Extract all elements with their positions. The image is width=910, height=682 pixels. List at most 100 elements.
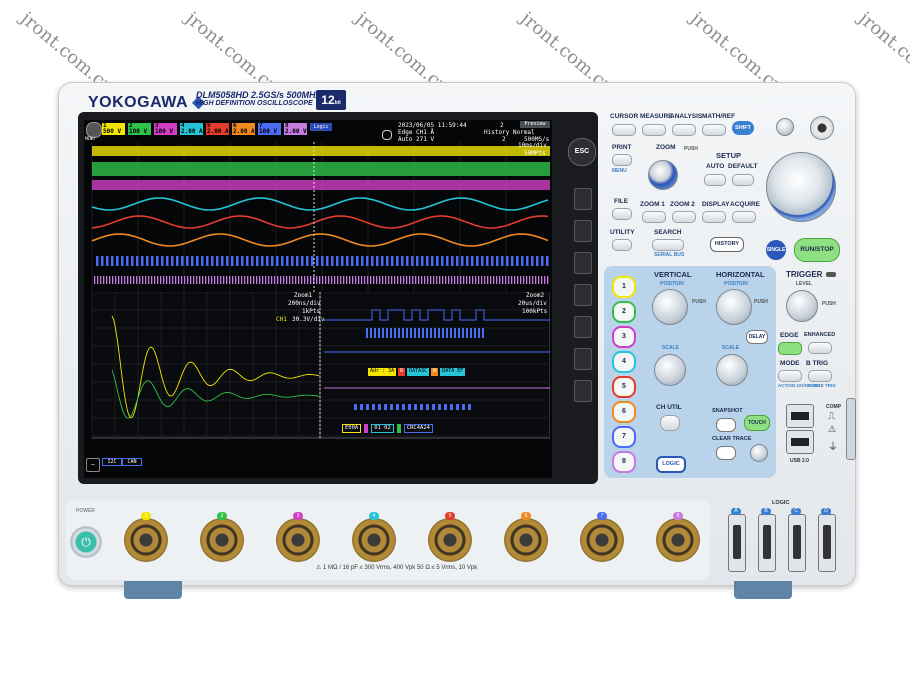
- channel-tile-5[interactable]: 5 2.00 A: [206, 123, 229, 135]
- main-waveform-area[interactable]: [84, 142, 550, 292]
- fine-adjust-icon[interactable]: [776, 118, 794, 136]
- edge-button[interactable]: [778, 342, 802, 355]
- vertical-scale-knob[interactable]: [654, 354, 686, 386]
- b-trig-button[interactable]: [808, 370, 832, 382]
- bnc-input-2[interactable]: [200, 518, 244, 562]
- measure-button[interactable]: [642, 124, 666, 136]
- cursor-label: CURSOR: [610, 113, 639, 120]
- zoom2-button[interactable]: [672, 211, 696, 223]
- channel-button-7[interactable]: 7: [612, 426, 636, 448]
- channel-tile-4[interactable]: 4 2.00 A: [180, 123, 203, 135]
- bnc-label-8: 8: [673, 512, 683, 520]
- delay-button[interactable]: DELAY: [746, 330, 768, 344]
- channel-tile-7[interactable]: 7 100 V: [258, 123, 281, 135]
- cursor-button[interactable]: [612, 124, 636, 136]
- waveform-ch8-pulse: [547, 276, 549, 284]
- auto-button[interactable]: [704, 174, 726, 186]
- logic-badge[interactable]: Logic: [310, 123, 332, 131]
- waveform-ch8-pulse: [379, 276, 381, 284]
- usb-port-2[interactable]: [786, 430, 814, 454]
- zoom2-can-bits: [468, 404, 471, 410]
- bnc-input-3[interactable]: [276, 518, 320, 562]
- analysis-button[interactable]: [672, 124, 696, 136]
- file-button[interactable]: [612, 208, 632, 220]
- bnc-input-1[interactable]: [124, 518, 168, 562]
- channel-tile-2[interactable]: 2 100 V: [128, 123, 151, 135]
- channel-button-8[interactable]: 8: [612, 451, 636, 473]
- power-button[interactable]: ⏻: [70, 526, 102, 558]
- shift-button[interactable]: SHIFT: [732, 121, 754, 135]
- usb-port-1[interactable]: [786, 404, 814, 428]
- channel-tile-1[interactable]: 1 500 V: [102, 123, 125, 135]
- soft-key-3[interactable]: [574, 252, 592, 274]
- power-knob-small[interactable]: [810, 116, 834, 140]
- run-stop-button[interactable]: RUN/STOP: [794, 238, 840, 262]
- touch-lock-icon[interactable]: [750, 444, 768, 462]
- soft-key-4[interactable]: [574, 284, 592, 306]
- waveform-ch8-pulse: [178, 276, 180, 284]
- waveform-ch7-pulse: [261, 256, 264, 266]
- esc-button[interactable]: ESC: [568, 138, 596, 166]
- channel-button-1[interactable]: 1: [612, 276, 636, 298]
- single-button[interactable]: SINGLE: [766, 240, 786, 260]
- bnc-input-6[interactable]: [504, 518, 548, 562]
- vertical-position-knob[interactable]: [652, 289, 688, 325]
- clear-trace-button[interactable]: [716, 446, 736, 460]
- waveform-ch7-pulse: [536, 256, 539, 266]
- bus-label-i2c[interactable]: I2C: [102, 458, 122, 466]
- enhanced-button[interactable]: [808, 342, 832, 354]
- channel-button-6[interactable]: 6: [612, 401, 636, 423]
- channel-button-2[interactable]: 2: [612, 301, 636, 323]
- bus-label-can[interactable]: CAN: [122, 458, 142, 466]
- horizontal-scale-knob[interactable]: [716, 354, 748, 386]
- logic-button[interactable]: LOGIC: [656, 456, 686, 473]
- print-button[interactable]: [612, 154, 632, 166]
- soft-key-2[interactable]: [574, 220, 592, 242]
- ground-terminal-icon[interactable]: ⏚: [828, 438, 838, 453]
- bnc-input-7[interactable]: [580, 518, 624, 562]
- bnc-input-8[interactable]: [656, 518, 700, 562]
- horizontal-position-knob[interactable]: [716, 289, 752, 325]
- acquire-button[interactable]: [732, 211, 756, 223]
- channel-tile-3[interactable]: 3 100 V: [154, 123, 177, 135]
- bnc-input-5[interactable]: [428, 518, 472, 562]
- zoom1-button[interactable]: [642, 211, 666, 223]
- search-button[interactable]: [652, 239, 684, 251]
- bus-icon[interactable]: ~: [86, 458, 100, 472]
- mathref-button[interactable]: [702, 124, 726, 136]
- zoom-search-icon[interactable]: [382, 130, 392, 140]
- zoom-knob[interactable]: [648, 160, 678, 190]
- logic-port-a[interactable]: [728, 514, 746, 572]
- channel-tile-6[interactable]: 6 2.00 A: [232, 123, 255, 135]
- display-screen[interactable]: MENU 1 500 V 2 100 V 3 100 V 4 2.00 A 5 2.00 A 6 2.…: [84, 120, 552, 478]
- utility-button[interactable]: [612, 239, 632, 251]
- logic-port-b[interactable]: [758, 514, 776, 572]
- snapshot-button[interactable]: [716, 418, 736, 432]
- channel-button-4[interactable]: 4: [612, 351, 636, 373]
- touch-button[interactable]: TOUCH: [744, 415, 770, 431]
- soft-key-6[interactable]: [574, 348, 592, 370]
- default-button[interactable]: [732, 174, 754, 186]
- trigger-level-knob[interactable]: [786, 290, 818, 322]
- logic-port-c[interactable]: [788, 514, 806, 572]
- history-button[interactable]: HISTORY: [710, 237, 744, 252]
- comp-terminal[interactable]: ⎍: [828, 412, 838, 422]
- waveform-ch7-pulse: [176, 256, 179, 266]
- side-port[interactable]: [846, 398, 856, 460]
- zoom2-can-bits: [366, 404, 369, 410]
- bnc-input-4[interactable]: [352, 518, 396, 562]
- ch-util-button[interactable]: [660, 415, 680, 431]
- channel-button-3[interactable]: 3: [612, 326, 636, 348]
- display-button[interactable]: [702, 211, 726, 223]
- waveform-ch8-pulse: [418, 276, 420, 284]
- waveform-ch8-pulse: [175, 276, 177, 284]
- mode-button[interactable]: [778, 370, 802, 382]
- logic-port-d[interactable]: [818, 514, 836, 572]
- soft-key-1[interactable]: [574, 188, 592, 210]
- jog-shuttle-knob[interactable]: [766, 152, 836, 222]
- soft-key-5[interactable]: [574, 316, 592, 338]
- soft-key-7[interactable]: [574, 380, 592, 402]
- channel-tile-8[interactable]: 8 2.00 V: [284, 123, 307, 135]
- channel-button-5[interactable]: 5: [612, 376, 636, 398]
- zoom2-can-bits: [390, 404, 393, 410]
